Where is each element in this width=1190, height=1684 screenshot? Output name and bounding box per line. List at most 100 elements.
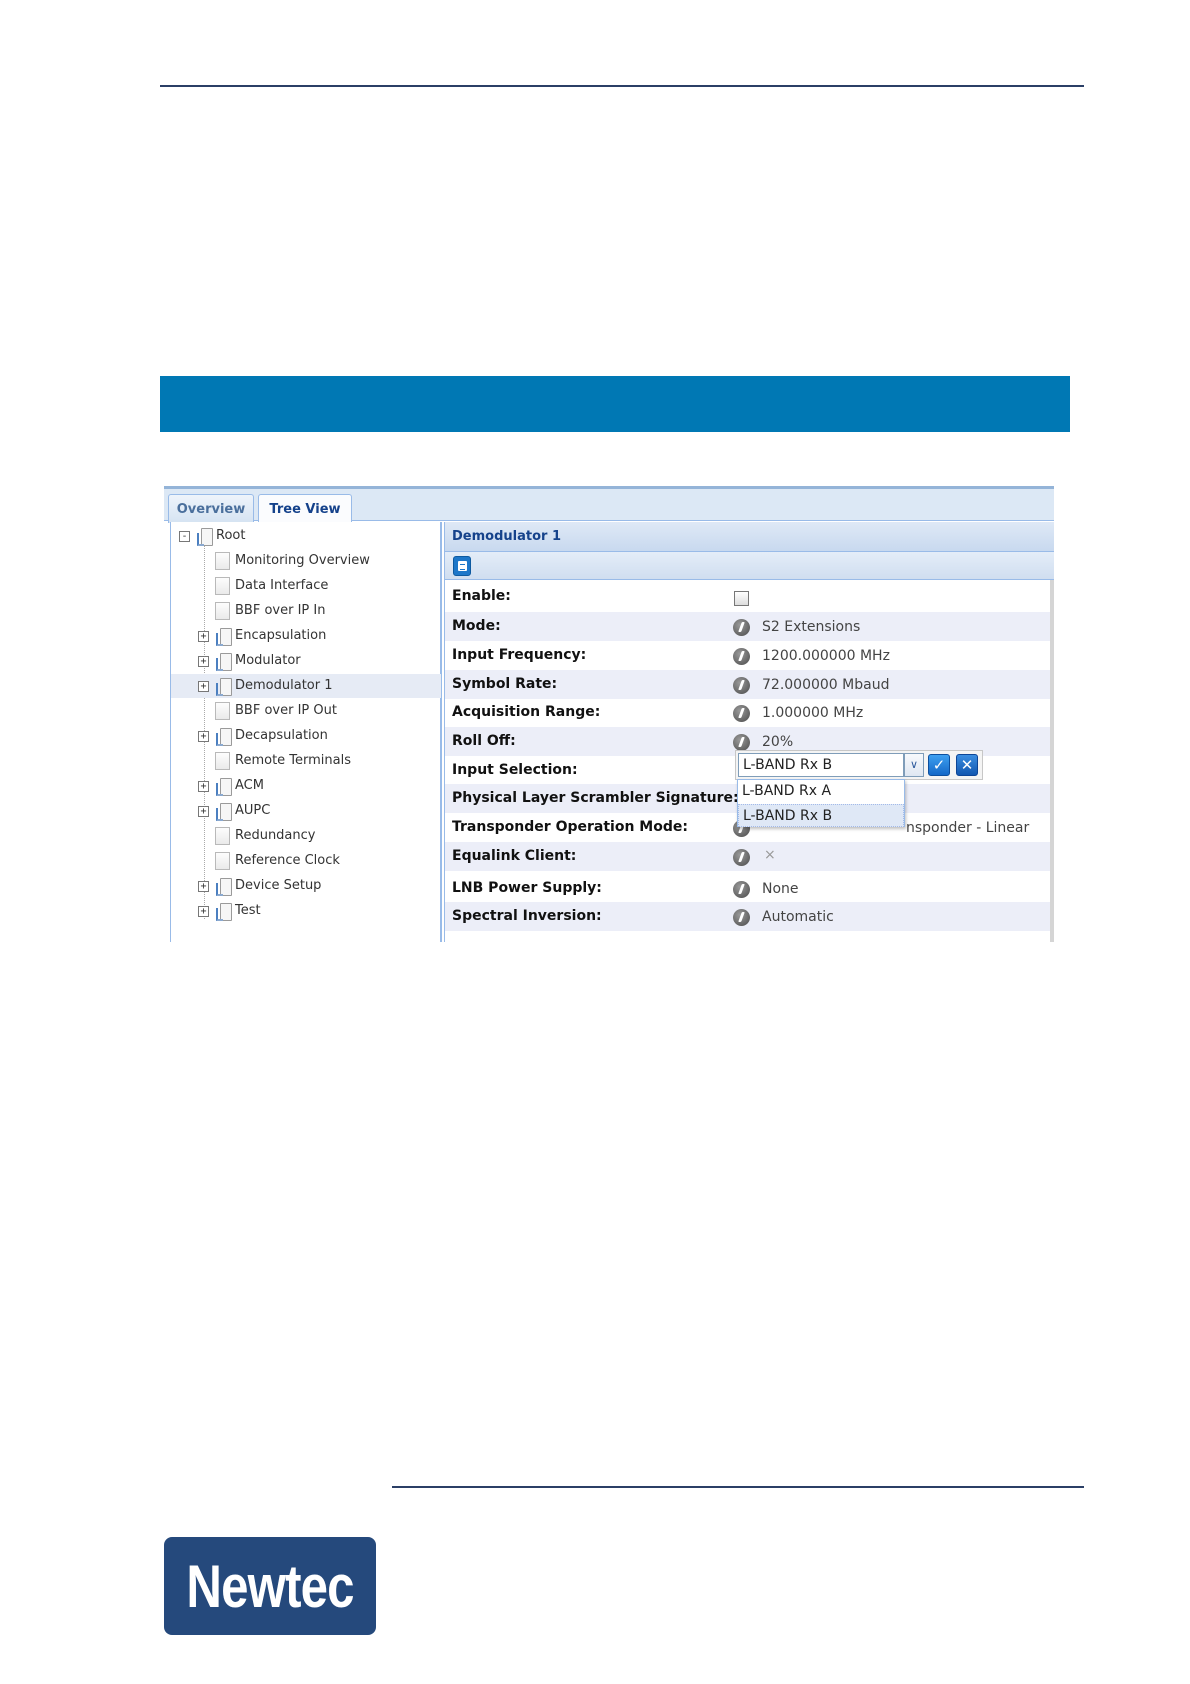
- property-label: Mode:: [452, 618, 501, 634]
- property-value: 1200.000000 MHz: [762, 648, 890, 664]
- input-selection-field[interactable]: L-BAND Rx B: [738, 753, 904, 777]
- property-label: Spectral Inversion:: [452, 908, 602, 924]
- tree-item-label: Test: [235, 903, 261, 918]
- document-icon[interactable]: [453, 556, 471, 576]
- section-banner: [160, 376, 1070, 432]
- property-panel: Demodulator 1 Enable: Mode: S2 Extensions I…: [444, 522, 1054, 942]
- tree-item[interactable]: + Decapsulation: [171, 724, 441, 748]
- tree-item-label: Encapsulation: [235, 628, 327, 643]
- expand-icon[interactable]: +: [198, 681, 209, 692]
- expand-icon[interactable]: +: [198, 881, 209, 892]
- folder-icon: [196, 527, 213, 546]
- tree-item[interactable]: Monitoring Overview: [171, 549, 441, 573]
- tree-item[interactable]: + Device Setup: [171, 874, 441, 898]
- tree-item-label: Remote Terminals: [235, 753, 352, 768]
- panel-toolbar: [445, 552, 1054, 580]
- info-icon[interactable]: [733, 619, 750, 636]
- collapse-icon[interactable]: -: [179, 531, 190, 542]
- info-icon[interactable]: [733, 881, 750, 898]
- property-label: Roll Off:: [452, 733, 516, 749]
- chevron-down-icon[interactable]: ∨: [904, 753, 924, 777]
- tree-item[interactable]: + ACM: [171, 774, 441, 798]
- tree-item[interactable]: + Demodulator 1: [171, 674, 441, 698]
- folder-icon: [215, 627, 232, 646]
- leaf-icon: [215, 752, 230, 770]
- property-value: 1.000000 MHz: [762, 705, 864, 721]
- tree-item[interactable]: Data Interface: [171, 574, 441, 598]
- tree-item[interactable]: Reference Clock: [171, 849, 441, 873]
- info-icon[interactable]: [733, 849, 750, 866]
- info-icon[interactable]: [733, 909, 750, 926]
- expand-icon[interactable]: +: [198, 781, 209, 792]
- folder-icon: [215, 802, 232, 821]
- tree-item[interactable]: + AUPC: [171, 799, 441, 823]
- enable-checkbox[interactable]: [734, 591, 749, 606]
- expand-icon[interactable]: +: [198, 631, 209, 642]
- property-label: Enable:: [452, 588, 511, 604]
- tree-item[interactable]: Remote Terminals: [171, 749, 441, 773]
- expand-icon[interactable]: +: [198, 656, 209, 667]
- leaf-icon: [215, 602, 230, 620]
- tree-item[interactable]: + Test: [171, 899, 441, 923]
- property-row: LNB Power Supply: None: [445, 874, 1051, 903]
- tree-item-label: Redundancy: [235, 828, 316, 843]
- dropdown-option[interactable]: L-BAND Rx B: [738, 804, 904, 827]
- property-label: Equalink Client:: [452, 848, 577, 864]
- property-label: Input Frequency:: [452, 647, 587, 663]
- info-icon[interactable]: [733, 705, 750, 722]
- property-value: ×: [764, 847, 776, 863]
- tree-item[interactable]: + Modulator: [171, 649, 441, 673]
- tree-item[interactable]: - Root: [171, 524, 441, 548]
- tree-item[interactable]: Redundancy: [171, 824, 441, 848]
- input-selection-dropdown: L-BAND Rx A L-BAND Rx B: [737, 779, 905, 827]
- expand-icon[interactable]: +: [198, 806, 209, 817]
- leaf-icon: [215, 577, 230, 595]
- property-row: Enable:: [445, 582, 1051, 611]
- logo-text: Newtec: [186, 1552, 354, 1620]
- property-value: None: [762, 881, 799, 897]
- folder-icon: [215, 677, 232, 696]
- tree-item[interactable]: BBF over IP In: [171, 599, 441, 623]
- tree-item-label: Decapsulation: [235, 728, 328, 743]
- property-label: Input Selection:: [452, 762, 578, 778]
- tree-item-label: Reference Clock: [235, 853, 340, 868]
- property-label: LNB Power Supply:: [452, 880, 602, 896]
- tree-item-label: Demodulator 1: [235, 678, 333, 693]
- folder-icon: [215, 777, 232, 796]
- folder-icon: [215, 877, 232, 896]
- expand-icon[interactable]: +: [198, 731, 209, 742]
- tree-item-label: BBF over IP In: [235, 603, 326, 618]
- navigation-tree: - Root Monitoring Overview Data Interface BB…: [170, 522, 442, 942]
- input-selection-editor: L-BAND Rx B ∨ ✓ ✕: [735, 750, 983, 780]
- info-icon[interactable]: [733, 734, 750, 751]
- info-icon[interactable]: [733, 677, 750, 694]
- property-value: 20%: [762, 734, 794, 750]
- tree-item-label: Monitoring Overview: [235, 553, 370, 568]
- expand-icon[interactable]: +: [198, 906, 209, 917]
- top-rule: [160, 85, 1084, 87]
- dropdown-option[interactable]: L-BAND Rx A: [738, 780, 904, 803]
- scrollbar[interactable]: [1050, 580, 1054, 942]
- close-icon[interactable]: ✕: [956, 754, 978, 776]
- bottom-rule: [392, 1486, 1084, 1488]
- check-icon[interactable]: ✓: [928, 754, 950, 776]
- tree-item-label: BBF over IP Out: [235, 703, 337, 718]
- tree-item-label: AUPC: [235, 803, 271, 818]
- info-icon[interactable]: [733, 648, 750, 665]
- property-row: Equalink Client: ×: [445, 842, 1051, 871]
- tree-item-label: Modulator: [235, 653, 301, 668]
- tab-tree-view[interactable]: Tree View: [258, 494, 352, 524]
- leaf-icon: [215, 702, 230, 720]
- property-label: Symbol Rate:: [452, 676, 558, 692]
- tab-overview[interactable]: Overview: [168, 494, 254, 523]
- leaf-icon: [215, 827, 230, 845]
- property-value: S2 Extensions: [762, 619, 861, 635]
- tree-item[interactable]: + Encapsulation: [171, 624, 441, 648]
- tree-item-label: Root: [216, 528, 246, 543]
- property-label: Transponder Operation Mode:: [452, 819, 688, 835]
- tree-item-label: Device Setup: [235, 878, 322, 893]
- property-row: Input Frequency: 1200.000000 MHz: [445, 641, 1051, 670]
- tree-item-label: Data Interface: [235, 578, 329, 593]
- leaf-icon: [215, 552, 230, 570]
- tree-item[interactable]: BBF over IP Out: [171, 699, 441, 723]
